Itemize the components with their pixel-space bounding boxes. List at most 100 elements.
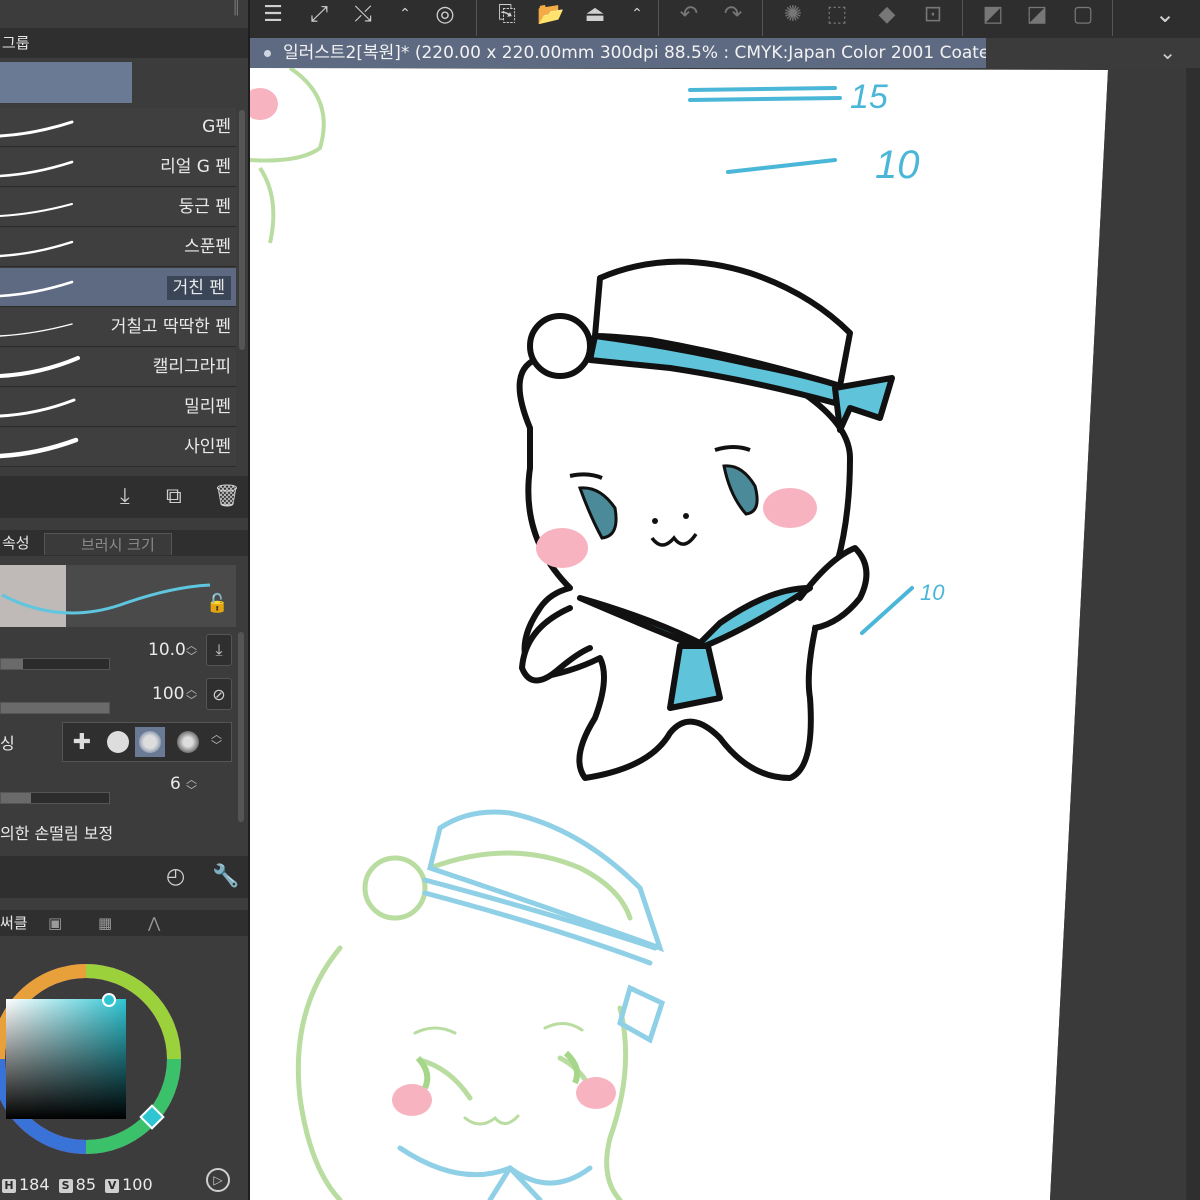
drawing-canvas[interactable]: 15 10 10	[250, 68, 1200, 1200]
stabilization-row: 6 ︿ ﹀	[0, 766, 236, 806]
brightness-value: 100	[122, 1175, 153, 1194]
hue-value: 184	[19, 1175, 50, 1194]
stabilization-stepper[interactable]: ︿ ﹀	[186, 774, 197, 796]
saturation-value: 85	[75, 1175, 96, 1194]
brush-item[interactable]: G펜	[0, 108, 236, 147]
clear-icon[interactable]: ✺	[778, 0, 808, 28]
brush-stroke-preview	[0, 437, 79, 459]
stabilization-label: 의한 손떨림 보정	[0, 824, 114, 843]
open-folder-icon[interactable]: 📂	[536, 0, 566, 28]
tab-brush-size[interactable]: 브러시 크기	[44, 533, 172, 555]
group-header[interactable]: 그룹	[0, 28, 249, 58]
redo-icon[interactable]: ↷	[718, 0, 748, 28]
document-tab-bar: 일러스트2[복원]* (220.00 x 220.00mm 300dpi 88.…	[250, 38, 1200, 68]
resize-icon[interactable]: ⤢	[304, 0, 334, 28]
snap-icon[interactable]: ◎	[430, 0, 460, 28]
brush-label: 거친 펜	[166, 276, 231, 300]
h-badge: H	[2, 1178, 16, 1193]
antialias-weak-icon[interactable]	[103, 727, 133, 757]
brush-stroke-preview	[0, 280, 74, 298]
command-bar: ☰ ⤢ ⤯ ⌃ ◎ ⎘ 📂 ⏏ ⌃ ↶ ↷ ✺ ⬚ ◆ ⊡ ◩ ◪ ▢ ⌄	[250, 0, 1200, 38]
left-panel: ║ 그룹 G펜 리얼 G 펜 둥근 펜 스푼펜 거친 펜 거칠고 딱딱한 펜 캘…	[0, 0, 249, 1200]
crop-icon[interactable]: ⊡	[918, 0, 948, 28]
v-badge: V	[105, 1178, 120, 1193]
document-tab[interactable]: 일러스트2[복원]* (220.00 x 220.00mm 300dpi 88.…	[250, 38, 986, 68]
color-mix-icon[interactable]: ⋀	[148, 910, 160, 936]
import-icon[interactable]: ⤓	[120, 484, 130, 509]
brush-label: 캘리그라피	[152, 357, 231, 377]
brush-item[interactable]: 사인펜	[0, 428, 236, 467]
menu-icon[interactable]: ☰	[258, 0, 288, 28]
annotation-15: 15	[850, 78, 888, 116]
antialias-mid-icon[interactable]	[135, 727, 165, 757]
sv-cursor[interactable]	[102, 993, 116, 1007]
brush-list-scrollbar[interactable]	[239, 110, 245, 350]
group-selected-item[interactable]	[0, 62, 132, 103]
opacity-stepper[interactable]: ︿ ﹀	[186, 684, 197, 706]
tab-property[interactable]: 속성	[0, 534, 30, 552]
brush-size-tab-label: 브러시 크기	[81, 536, 155, 554]
trash-icon[interactable]: 🗑	[213, 484, 241, 509]
brush-size-menu-button[interactable]: ⤓	[206, 634, 232, 666]
antialias-options: ✚ ︿ ﹀	[62, 722, 232, 762]
transform-icon[interactable]: ⤯	[348, 0, 378, 28]
tab-modified-dot	[264, 49, 271, 57]
property-scrollbar[interactable]	[238, 632, 244, 822]
undo-icon[interactable]: ↶	[674, 0, 704, 28]
brush-stroke-preview	[0, 120, 74, 138]
brush-label: 리얼 G 펜	[160, 157, 231, 177]
brush-item[interactable]: 둥근 펜	[0, 188, 236, 227]
brush-stroke-preview	[0, 203, 73, 217]
toolbar-stepper-icon[interactable]: ⌃	[390, 0, 420, 28]
new-file-icon[interactable]: ⎘	[492, 0, 522, 28]
brush-size-stepper[interactable]: ︿ ﹀	[186, 640, 197, 662]
antialias-none-icon[interactable]: ✚	[67, 727, 97, 757]
color-history-icon[interactable]: ▦	[98, 910, 112, 936]
invert-icon[interactable]: ◪	[1022, 0, 1052, 28]
brush-item[interactable]: 리얼 G 펜	[0, 148, 236, 187]
brush-label: 밀리펜	[184, 397, 231, 417]
toolbar-expand-icon[interactable]: ⌄	[1150, 0, 1180, 28]
color-wheel[interactable]	[0, 945, 184, 1173]
annotation-10-side: 10	[920, 580, 945, 605]
document-title: 일러스트2[복원]* (220.00 x 220.00mm 300dpi 88.…	[283, 43, 986, 63]
color-picker-icon[interactable]: ▷	[206, 1168, 230, 1192]
file-stepper-icon[interactable]: ⌃	[622, 0, 652, 28]
brush-item-selected[interactable]: 거친 펜	[0, 268, 236, 307]
stabilization-value[interactable]: 6	[170, 774, 181, 794]
brush-label: G펜	[202, 117, 231, 137]
brush-label: 스푼펜	[184, 237, 231, 257]
canvas-area[interactable]: 15 10 10	[250, 68, 1200, 1200]
brush-item[interactable]: 거칠고 딱딱한 펜	[0, 308, 236, 347]
brush-item[interactable]: 밀리펜	[0, 388, 236, 427]
brush-stroke-preview	[0, 160, 74, 178]
stabilization-slider[interactable]	[0, 792, 110, 804]
brush-item[interactable]: 캘리그라피	[0, 348, 236, 387]
fill-icon[interactable]: ◆	[872, 0, 902, 28]
tab-color-circle[interactable]: 써클	[0, 914, 28, 932]
color-panel-header: 써클 ▣ ▦ ⋀	[0, 910, 249, 936]
right-panel-edge[interactable]	[1186, 68, 1200, 1200]
wrench-icon[interactable]: 🔧	[212, 864, 239, 889]
brush-preview: 🔓	[0, 565, 236, 627]
brush-size-value[interactable]: 10.0	[148, 640, 186, 660]
brush-preview-stroke	[1, 583, 211, 615]
opacity-slider[interactable]	[0, 702, 110, 714]
duplicate-icon[interactable]: ⧉	[166, 484, 182, 509]
chevron-down-icon[interactable]: ⌄	[1159, 40, 1176, 64]
opacity-row: 100 ︿ ﹀ ⊘	[0, 676, 236, 716]
brush-item[interactable]: 스푼펜	[0, 228, 236, 267]
select-icon[interactable]: ⬚	[822, 0, 852, 28]
deselect-icon[interactable]: ◩	[978, 0, 1008, 28]
panel-grip-icon[interactable]: ║	[232, 0, 240, 16]
lock-icon[interactable]: 🔓	[206, 593, 228, 614]
save-icon[interactable]: ⏏	[580, 0, 610, 28]
brush-size-slider[interactable]	[0, 658, 110, 670]
antialias-stepper[interactable]: ︿ ﹀	[211, 729, 222, 751]
opacity-value[interactable]: 100	[152, 684, 184, 704]
opacity-menu-button[interactable]: ⊘	[206, 678, 232, 710]
antialias-strong-icon[interactable]	[173, 727, 203, 757]
color-set-icon[interactable]: ▣	[48, 910, 62, 936]
timer-icon[interactable]: ◴	[166, 864, 185, 889]
selection-border-icon[interactable]: ▢	[1068, 0, 1098, 28]
